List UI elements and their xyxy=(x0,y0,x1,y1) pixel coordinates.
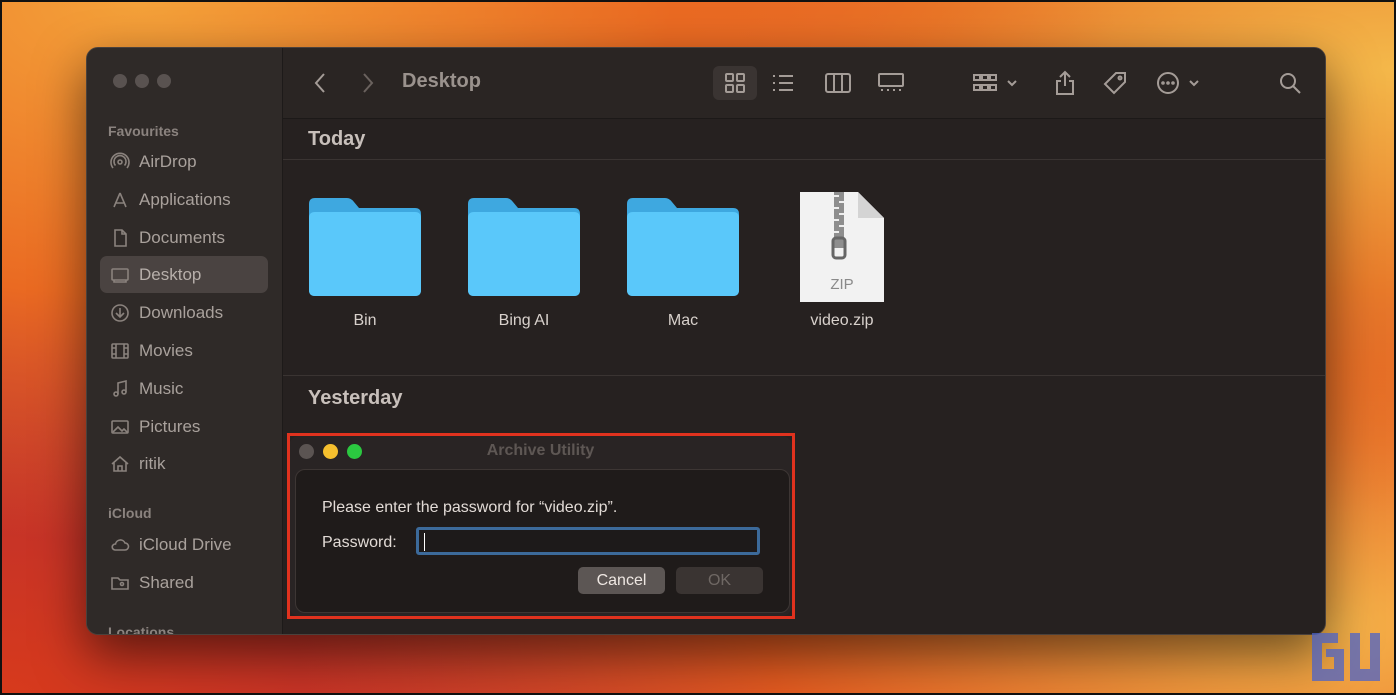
minimize-button[interactable] xyxy=(135,74,149,88)
file-name: Bing AI xyxy=(498,312,550,329)
section-divider xyxy=(283,159,1325,160)
desktop-icon xyxy=(109,264,131,286)
search-icon[interactable] xyxy=(1273,66,1307,100)
sidebar-item-label: Shared xyxy=(139,572,194,592)
list-view-icon[interactable] xyxy=(763,66,803,100)
music-icon xyxy=(109,378,131,400)
film-icon xyxy=(109,340,131,362)
file-name: Bin xyxy=(353,312,377,329)
close-button[interactable] xyxy=(113,74,127,88)
folder-icon xyxy=(309,198,421,296)
sidebar-item-pictures[interactable]: Pictures xyxy=(100,408,268,445)
sidebar-item-label: iCloud Drive xyxy=(139,534,232,554)
sidebar: Favourites AirDrop Applications Document… xyxy=(87,48,283,634)
sidebar-item-ritik[interactable]: ritik xyxy=(100,445,268,482)
sidebar-item-music[interactable]: Music xyxy=(100,370,268,407)
column-view-icon[interactable] xyxy=(818,66,858,100)
folder-icon xyxy=(627,198,739,296)
file-item-folder[interactable]: Mac xyxy=(613,178,753,348)
sidebar-item-label: ritik xyxy=(139,453,166,473)
folder-icon xyxy=(468,198,580,296)
sidebar-item-label: Pictures xyxy=(139,416,201,436)
photo-icon xyxy=(109,416,131,438)
cloud-icon xyxy=(109,534,131,556)
sidebar-item-label: Movies xyxy=(139,340,193,360)
group-icon[interactable] xyxy=(971,66,1023,100)
favourites-heading: Favourites xyxy=(108,123,179,139)
file-name: Mac xyxy=(667,312,699,329)
document-icon xyxy=(109,227,131,249)
highlight-box xyxy=(287,433,795,619)
locations-heading: Locations xyxy=(108,624,175,635)
shared-folder-icon xyxy=(109,572,131,594)
gallery-view-icon[interactable] xyxy=(871,66,911,100)
file-item-folder[interactable]: Bin xyxy=(295,178,435,348)
sidebar-item-label: AirDrop xyxy=(139,151,197,171)
file-name: video.zip xyxy=(810,312,874,329)
share-icon[interactable] xyxy=(1048,66,1082,100)
sidebar-item-downloads[interactable]: Downloads xyxy=(100,294,268,331)
section-title-today: Today xyxy=(308,128,366,150)
window-title: Desktop xyxy=(402,70,481,92)
toolbar: Desktop xyxy=(283,48,1325,119)
section-divider xyxy=(283,375,1325,376)
sidebar-item-icloud-drive[interactable]: iCloud Drive xyxy=(100,526,268,563)
sidebar-item-shared[interactable]: Shared xyxy=(100,564,268,601)
sidebar-item-airdrop[interactable]: AirDrop xyxy=(100,143,268,180)
icloud-heading: iCloud xyxy=(108,505,152,521)
sidebar-item-documents[interactable]: Documents xyxy=(100,219,268,256)
section-title-yesterday: Yesterday xyxy=(308,387,403,409)
chevron-right-icon[interactable] xyxy=(355,66,381,100)
sidebar-item-label: Desktop xyxy=(139,264,202,284)
file-item-zip[interactable]: ZIP video.zip xyxy=(772,178,912,348)
more-icon[interactable] xyxy=(1155,66,1205,100)
sidebar-item-label: Documents xyxy=(139,227,225,247)
window-controls xyxy=(113,74,171,88)
chevron-left-icon[interactable] xyxy=(307,66,333,100)
zoom-button[interactable] xyxy=(157,74,171,88)
sidebar-item-label: Music xyxy=(139,378,184,398)
sidebar-item-desktop[interactable]: Desktop xyxy=(100,256,268,293)
home-icon xyxy=(109,453,131,475)
tag-icon[interactable] xyxy=(1098,66,1132,100)
airdrop-icon xyxy=(109,151,131,173)
download-icon xyxy=(109,302,131,324)
sidebar-item-applications[interactable]: Applications xyxy=(100,181,268,218)
icon-view-icon[interactable] xyxy=(713,66,757,100)
sidebar-item-label: Applications xyxy=(139,189,231,209)
zip-badge: ZIP xyxy=(830,276,854,293)
sidebar-item-label: Downloads xyxy=(139,302,224,322)
applications-icon xyxy=(109,189,131,211)
watermark-logo xyxy=(1312,633,1380,681)
sidebar-item-movies[interactable]: Movies xyxy=(100,332,268,369)
file-item-folder[interactable]: Bing AI xyxy=(454,178,594,348)
